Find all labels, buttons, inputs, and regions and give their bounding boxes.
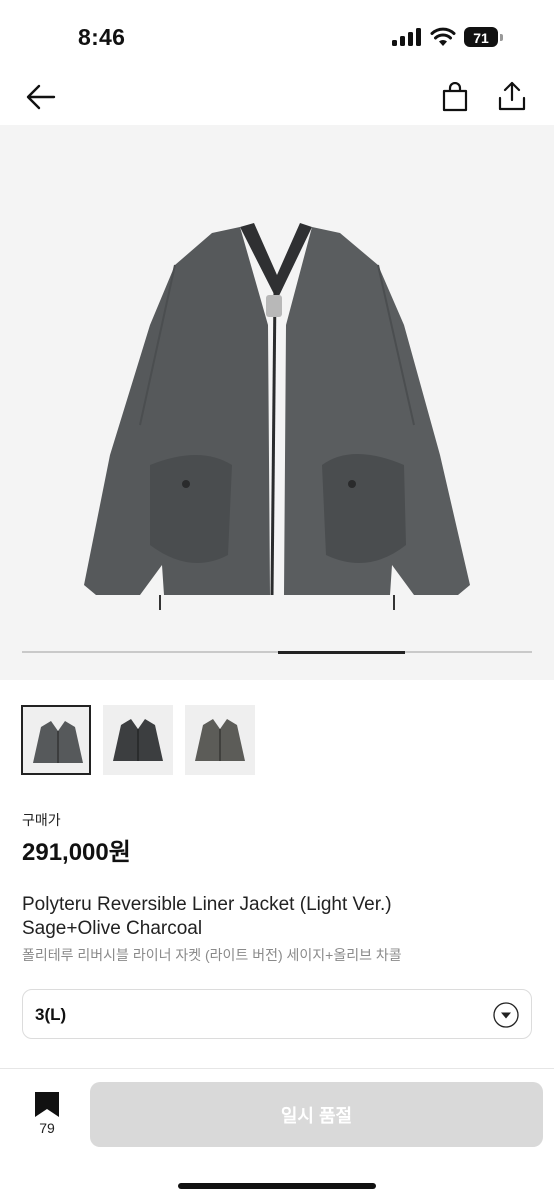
wifi-icon (430, 27, 456, 46)
bookmark-icon (35, 1092, 59, 1117)
carousel-progress-indicator (278, 651, 405, 654)
bottom-bar-divider (0, 1068, 554, 1069)
status-time: 8:46 (78, 24, 126, 50)
product-title-ko: 폴리테루 리버시블 라이너 자켓 (라이트 버전) 세이지+올리브 차콜 (22, 947, 402, 963)
temporarily-sold-out-button[interactable]: 일시 품절 (90, 1082, 543, 1147)
size-select-value: 3(L) (35, 1005, 67, 1024)
share-icon[interactable] (496, 80, 528, 112)
status-bar: 8:46 71 (0, 0, 554, 70)
thumbnail-1[interactable] (21, 705, 91, 775)
nav-bar (0, 70, 554, 125)
size-select[interactable]: 3(L) (22, 989, 532, 1039)
product-image (84, 223, 470, 610)
price-value: 291,000원 (22, 839, 131, 866)
product-image-carousel[interactable] (0, 125, 554, 680)
shopping-bag-icon[interactable] (440, 82, 470, 112)
battery-level: 71 (473, 30, 489, 46)
price-label: 구매가 (22, 812, 61, 828)
arrow-left-icon[interactable] (26, 84, 56, 110)
battery-icon: 71 (464, 27, 504, 49)
product-title-line-2: Sage+Olive Charcoal (22, 918, 203, 939)
thumbnail-3[interactable] (185, 705, 255, 775)
bookmark-button[interactable]: 79 (30, 1090, 64, 1140)
chevron-down-icon (493, 1002, 519, 1028)
bookmark-count: 79 (39, 1120, 55, 1136)
home-indicator[interactable] (178, 1183, 376, 1189)
product-title-line-1: Polyteru Reversible Liner Jacket (Light … (22, 894, 392, 915)
thumbnail-2[interactable] (103, 705, 173, 775)
product-title-en: Polyteru Reversible Liner Jacket (Light … (22, 893, 542, 941)
cellular-signal-icon (392, 28, 421, 46)
carousel-progress-track (22, 651, 532, 653)
